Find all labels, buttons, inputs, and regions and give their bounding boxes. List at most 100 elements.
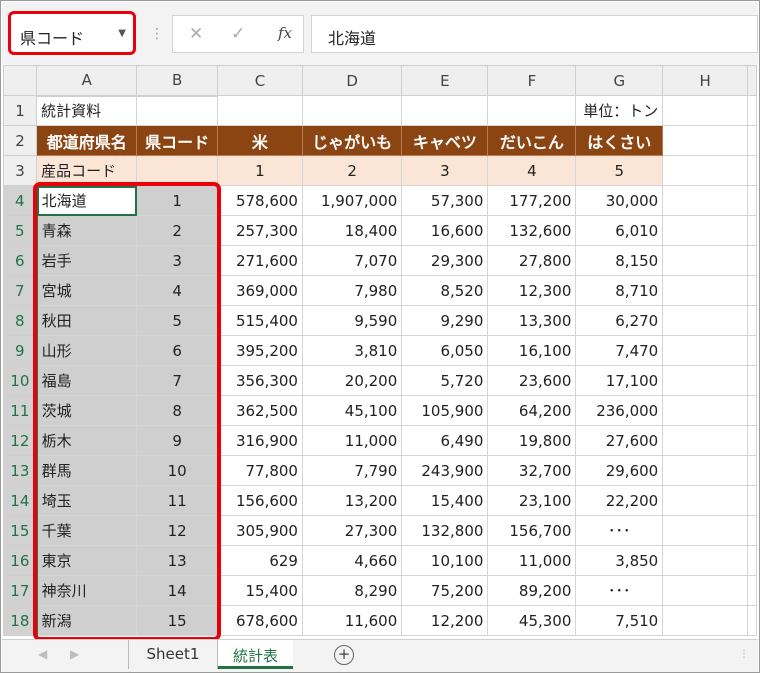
cell[interactable]: 10,100 [401,545,489,576]
cell[interactable]: 132,600 [487,215,577,246]
row-header[interactable]: 1 [3,95,38,126]
cell[interactable]: 7,510 [575,605,664,636]
cell[interactable]: 23,100 [487,485,577,516]
cell[interactable]: 305,900 [216,515,303,546]
cell[interactable]: 3 [401,155,489,186]
cell[interactable]: 27,300 [301,515,403,546]
cell[interactable] [662,215,748,246]
cell[interactable] [662,515,748,546]
cell[interactable]: 11,600 [301,605,403,636]
cell[interactable] [662,305,748,336]
cell[interactable] [301,95,403,126]
cell[interactable]: 5 [136,305,218,336]
cell[interactable]: 15 [136,605,218,636]
cell[interactable] [662,335,748,366]
row-header[interactable]: 16 [3,545,38,576]
column-header[interactable]: H [662,65,748,96]
cell[interactable]: 45,300 [487,605,577,636]
cell[interactable]: 75,200 [401,575,489,606]
cell[interactable]: 243,900 [401,455,489,486]
cell[interactable]: 単位：トン [575,95,664,126]
cell[interactable]: 米 [216,125,303,156]
column-header[interactable]: C [216,65,303,96]
column-header[interactable]: F [487,65,577,96]
cell[interactable]: 77,800 [216,455,303,486]
cell[interactable] [747,395,757,426]
cell[interactable]: 2 [136,215,218,246]
cell[interactable]: 13 [136,545,218,576]
cell[interactable]: 福島 [36,365,138,396]
cell[interactable]: 678,600 [216,605,303,636]
cell[interactable] [136,95,218,126]
cell[interactable]: はくさい [575,125,664,156]
cell[interactable]: 6,010 [575,215,664,246]
cell[interactable]: 産品コード [36,155,138,186]
row-header[interactable]: 13 [3,455,38,486]
cell[interactable] [747,125,757,156]
cell[interactable]: 362,500 [216,395,303,426]
cell[interactable]: 156,600 [216,485,303,516]
cell[interactable]: 6,490 [401,425,489,456]
cell[interactable] [747,545,757,576]
cell[interactable]: 316,900 [216,425,303,456]
cell[interactable] [747,425,757,456]
cell[interactable]: 1,907,000 [301,185,403,216]
cell[interactable]: 29,300 [401,245,489,276]
cell[interactable] [747,605,757,636]
tab-statistics[interactable]: 統計表 [218,640,293,669]
cell[interactable] [662,275,748,306]
cell[interactable]: 青森 [36,215,138,246]
cell[interactable]: 369,000 [216,275,303,306]
cell[interactable]: 32,700 [487,455,577,486]
cell[interactable]: 16,100 [487,335,577,366]
cell[interactable]: 23,600 [487,365,577,396]
chevron-down-icon[interactable]: ▼ [118,28,126,39]
cell[interactable] [662,125,748,156]
cell[interactable] [662,185,748,216]
cell[interactable]: 515,400 [216,305,303,336]
cell[interactable]: 2 [301,155,403,186]
cell[interactable]: 3,850 [575,545,664,576]
cell[interactable]: 統計資料 [36,95,138,126]
column-header[interactable]: G [575,65,664,96]
cell[interactable]: 89,200 [487,575,577,606]
cell[interactable]: 9 [136,425,218,456]
cell[interactable]: 千葉 [36,515,138,546]
cell[interactable] [662,455,748,486]
cell[interactable]: 県コード [136,125,218,156]
cell[interactable] [662,245,748,276]
cell[interactable] [662,575,748,606]
cell[interactable] [662,95,748,126]
cell[interactable]: 8,710 [575,275,664,306]
cell[interactable] [662,485,748,516]
cell[interactable]: 5 [575,155,664,186]
cell[interactable]: 北海道 [36,185,138,216]
cell[interactable]: 156,700 [487,515,577,546]
cell[interactable] [487,95,577,126]
row-header[interactable]: 10 [3,365,38,396]
cell[interactable]: 7,790 [301,455,403,486]
cell[interactable]: 27,600 [575,425,664,456]
cell[interactable]: 11,000 [487,545,577,576]
cell[interactable] [662,425,748,456]
cell[interactable]: 271,600 [216,245,303,276]
cell[interactable] [747,365,757,396]
cell[interactable] [747,215,757,246]
cell[interactable] [216,95,303,126]
row-header[interactable]: 18 [3,605,38,636]
cell[interactable]: 都道府県名 [36,125,138,156]
cell[interactable]: 105,900 [401,395,489,426]
cell[interactable] [662,395,748,426]
cell[interactable]: 1 [216,155,303,186]
prev-sheet-icon[interactable]: ◀ [38,647,47,661]
cell[interactable]: 12 [136,515,218,546]
cell[interactable]: 5,720 [401,365,489,396]
cell[interactable]: 19,800 [487,425,577,456]
row-header[interactable]: 11 [3,395,38,426]
cell[interactable]: 16,600 [401,215,489,246]
row-header[interactable]: 9 [3,335,38,366]
cell[interactable]: 3 [136,245,218,276]
cell[interactable]: 8 [136,395,218,426]
cell[interactable]: 30,000 [575,185,664,216]
row-header[interactable]: 4 [3,185,38,216]
